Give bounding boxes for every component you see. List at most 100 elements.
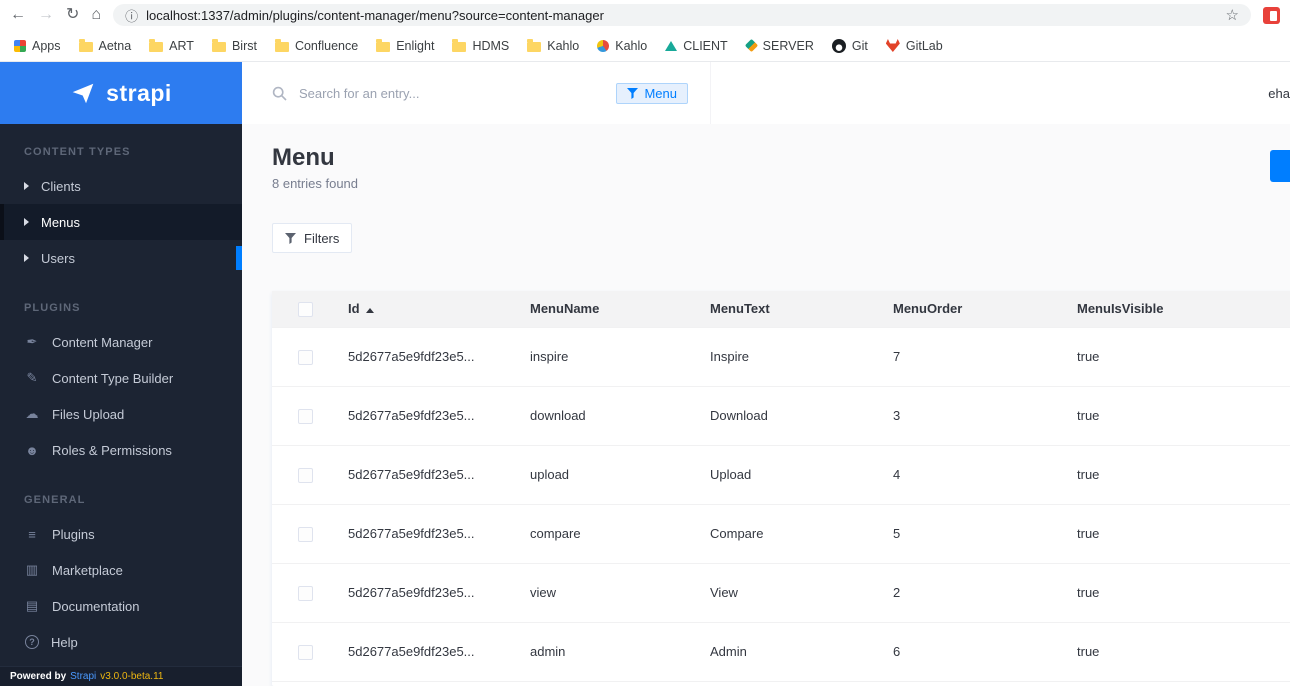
bookmark-enlight[interactable]: Enlight	[376, 38, 434, 53]
cell-menutext: Compare	[710, 503, 893, 563]
filter-funnel-icon	[627, 87, 639, 99]
github-icon	[831, 38, 846, 53]
strapi-logo[interactable]: strapi	[0, 62, 242, 124]
filter-funnel-icon	[285, 232, 296, 244]
table-row[interactable]: 5d2677a5e9fdf23e5... compare Compare 5 t…	[272, 503, 1290, 563]
column-header-menuname[interactable]: MenuName	[530, 291, 710, 327]
folder-icon	[211, 38, 226, 52]
folder-icon	[274, 38, 289, 52]
column-header-menutext[interactable]: MenuText	[710, 291, 893, 327]
content-type-filter-chip[interactable]: Menu	[616, 82, 688, 104]
folder-icon	[78, 38, 93, 52]
user-menu[interactable]: eha	[1268, 86, 1290, 101]
sidebar-item-clients[interactable]: Clients	[0, 168, 242, 204]
sidebar-item-label: Help	[51, 634, 78, 650]
bookmark-confluence[interactable]: Confluence	[274, 38, 358, 53]
sidebar-item-menus[interactable]: Menus	[0, 204, 242, 240]
admin-header: Menu eha	[242, 62, 1290, 124]
search-input[interactable]	[297, 84, 607, 102]
bookmark-birst[interactable]: Birst	[211, 38, 257, 53]
column-label: MenuOrder	[893, 301, 963, 317]
bookmark-label: HDMS	[472, 38, 510, 53]
client-favicon	[665, 40, 678, 51]
main-panel: Menu 8 entries found Filters Id MenuName…	[242, 124, 1290, 686]
sidebar-item-content-manager[interactable]: ✒ Content Manager	[0, 324, 242, 360]
cell-menuorder: 6	[893, 621, 1077, 681]
caret-right-icon	[24, 254, 29, 262]
bookmark-gitlab[interactable]: GitLab	[885, 38, 943, 53]
powered-by-footer: Powered by Strapi v3.0.0-beta.11	[0, 666, 242, 686]
bookmark-client[interactable]: CLIENT	[665, 38, 728, 53]
row-checkbox[interactable]	[298, 526, 313, 542]
address-bar[interactable]: ⓘ localhost:1337/admin/plugins/content-m…	[113, 4, 1251, 26]
sidebar-item-roles-permissions[interactable]: ☻ Roles & Permissions	[0, 432, 242, 468]
sidebar-item-marketplace[interactable]: ▥ Marketplace	[0, 552, 242, 588]
forward-icon[interactable]: →	[38, 7, 54, 23]
cell-menuname: upload	[530, 444, 710, 504]
reload-icon[interactable]: ↻	[66, 7, 79, 23]
back-icon[interactable]: ←	[10, 7, 26, 23]
column-header-menuisvisible[interactable]: MenuIsVisible	[1077, 291, 1290, 327]
row-checkbox[interactable]	[298, 408, 313, 424]
sidebar-item-label: Content Manager	[52, 334, 153, 350]
strapi-link[interactable]: Strapi	[70, 671, 96, 682]
cell-menuorder: 7	[893, 326, 1077, 386]
sidebar-item-plugins[interactable]: ≡ Plugins	[0, 516, 242, 552]
sidebar-item-users[interactable]: Users	[0, 240, 242, 276]
cell-menuorder: 5	[893, 503, 1077, 563]
bookmark-kahlo-folder[interactable]: Kahlo	[527, 38, 579, 53]
select-all-checkbox[interactable]	[298, 301, 313, 317]
sidebar-item-help[interactable]: ? Help	[0, 624, 242, 660]
table-row[interactable]: 5d2677a5e9fdf23e5... admin Admin 6 true	[272, 621, 1290, 681]
marketplace-icon: ▥	[25, 562, 39, 577]
bookmark-server[interactable]: SERVER	[744, 39, 814, 53]
bookmark-star-icon[interactable]: ☆	[1226, 6, 1239, 24]
browser-toolbar: ← → ↻ ⌂ ⓘ localhost:1337/admin/plugins/c…	[0, 0, 1290, 30]
sidebar-item-content-type-builder[interactable]: ✎ Content Type Builder	[0, 360, 242, 396]
bookmark-kahlo-site[interactable]: Kahlo	[597, 39, 647, 53]
bookmark-label: ART	[169, 38, 194, 53]
site-info-icon[interactable]: ⓘ	[125, 6, 138, 25]
bookmark-label: GitLab	[905, 38, 943, 53]
home-icon[interactable]: ⌂	[91, 7, 101, 23]
sidebar-item-label: Content Type Builder	[52, 370, 174, 386]
page-title: Menu	[272, 144, 335, 171]
list-icon: ≡	[28, 526, 36, 542]
section-title: PLUGINS	[24, 302, 81, 314]
row-checkbox[interactable]	[298, 644, 313, 660]
sidebar-item-documentation[interactable]: ▤ Documentation	[0, 588, 242, 624]
filters-button[interactable]: Filters	[272, 223, 353, 253]
table-row[interactable]: 5d2677a5e9fdf23e5... view View 2 true	[272, 562, 1290, 622]
bookmark-apps[interactable]: Apps	[14, 39, 61, 53]
bookmark-art[interactable]: ART	[149, 38, 194, 53]
column-label: MenuIsVisible	[1077, 301, 1164, 317]
gitlab-icon	[885, 39, 900, 52]
column-label: Id	[348, 301, 360, 317]
bookmark-git[interactable]: Git	[831, 38, 868, 53]
table-row-partial	[272, 680, 1290, 686]
sidebar-item-label: Documentation	[52, 598, 140, 614]
table-row[interactable]: 5d2677a5e9fdf23e5... upload Upload 4 tru…	[272, 444, 1290, 504]
cell-menuorder: 3	[893, 385, 1077, 445]
table-row[interactable]: 5d2677a5e9fdf23e5... download Download 3…	[272, 385, 1290, 445]
sidebar-item-files-upload[interactable]: ☁ Files Upload	[0, 396, 242, 432]
row-checkbox[interactable]	[298, 585, 313, 601]
bookmark-hdms[interactable]: HDMS	[452, 38, 510, 53]
row-checkbox[interactable]	[298, 467, 313, 483]
filters-label: Filters	[304, 230, 340, 246]
sidebar-item-label: Menus	[41, 214, 81, 230]
cell-id: 5d2677a5e9fdf23e5...	[348, 562, 530, 622]
column-header-id[interactable]: Id	[348, 291, 530, 327]
extension-icon[interactable]	[1263, 6, 1280, 24]
row-checkbox[interactable]	[298, 349, 313, 365]
sidebar-item-label: Marketplace	[52, 562, 123, 578]
column-header-menuorder[interactable]: MenuOrder	[893, 291, 1077, 327]
bookmark-aetna[interactable]: Aetna	[78, 38, 131, 53]
add-entry-button[interactable]	[1270, 150, 1290, 182]
sidebar-nav: CONTENT TYPES Clients Menus Users PLUGIN…	[0, 124, 242, 660]
bookmark-label: CLIENT	[683, 38, 728, 53]
column-label: MenuText	[710, 301, 770, 317]
table-row[interactable]: 5d2677a5e9fdf23e5... inspire Inspire 7 t…	[272, 326, 1290, 386]
cell-menutext: Download	[710, 385, 893, 445]
chip-label: Menu	[644, 85, 677, 101]
